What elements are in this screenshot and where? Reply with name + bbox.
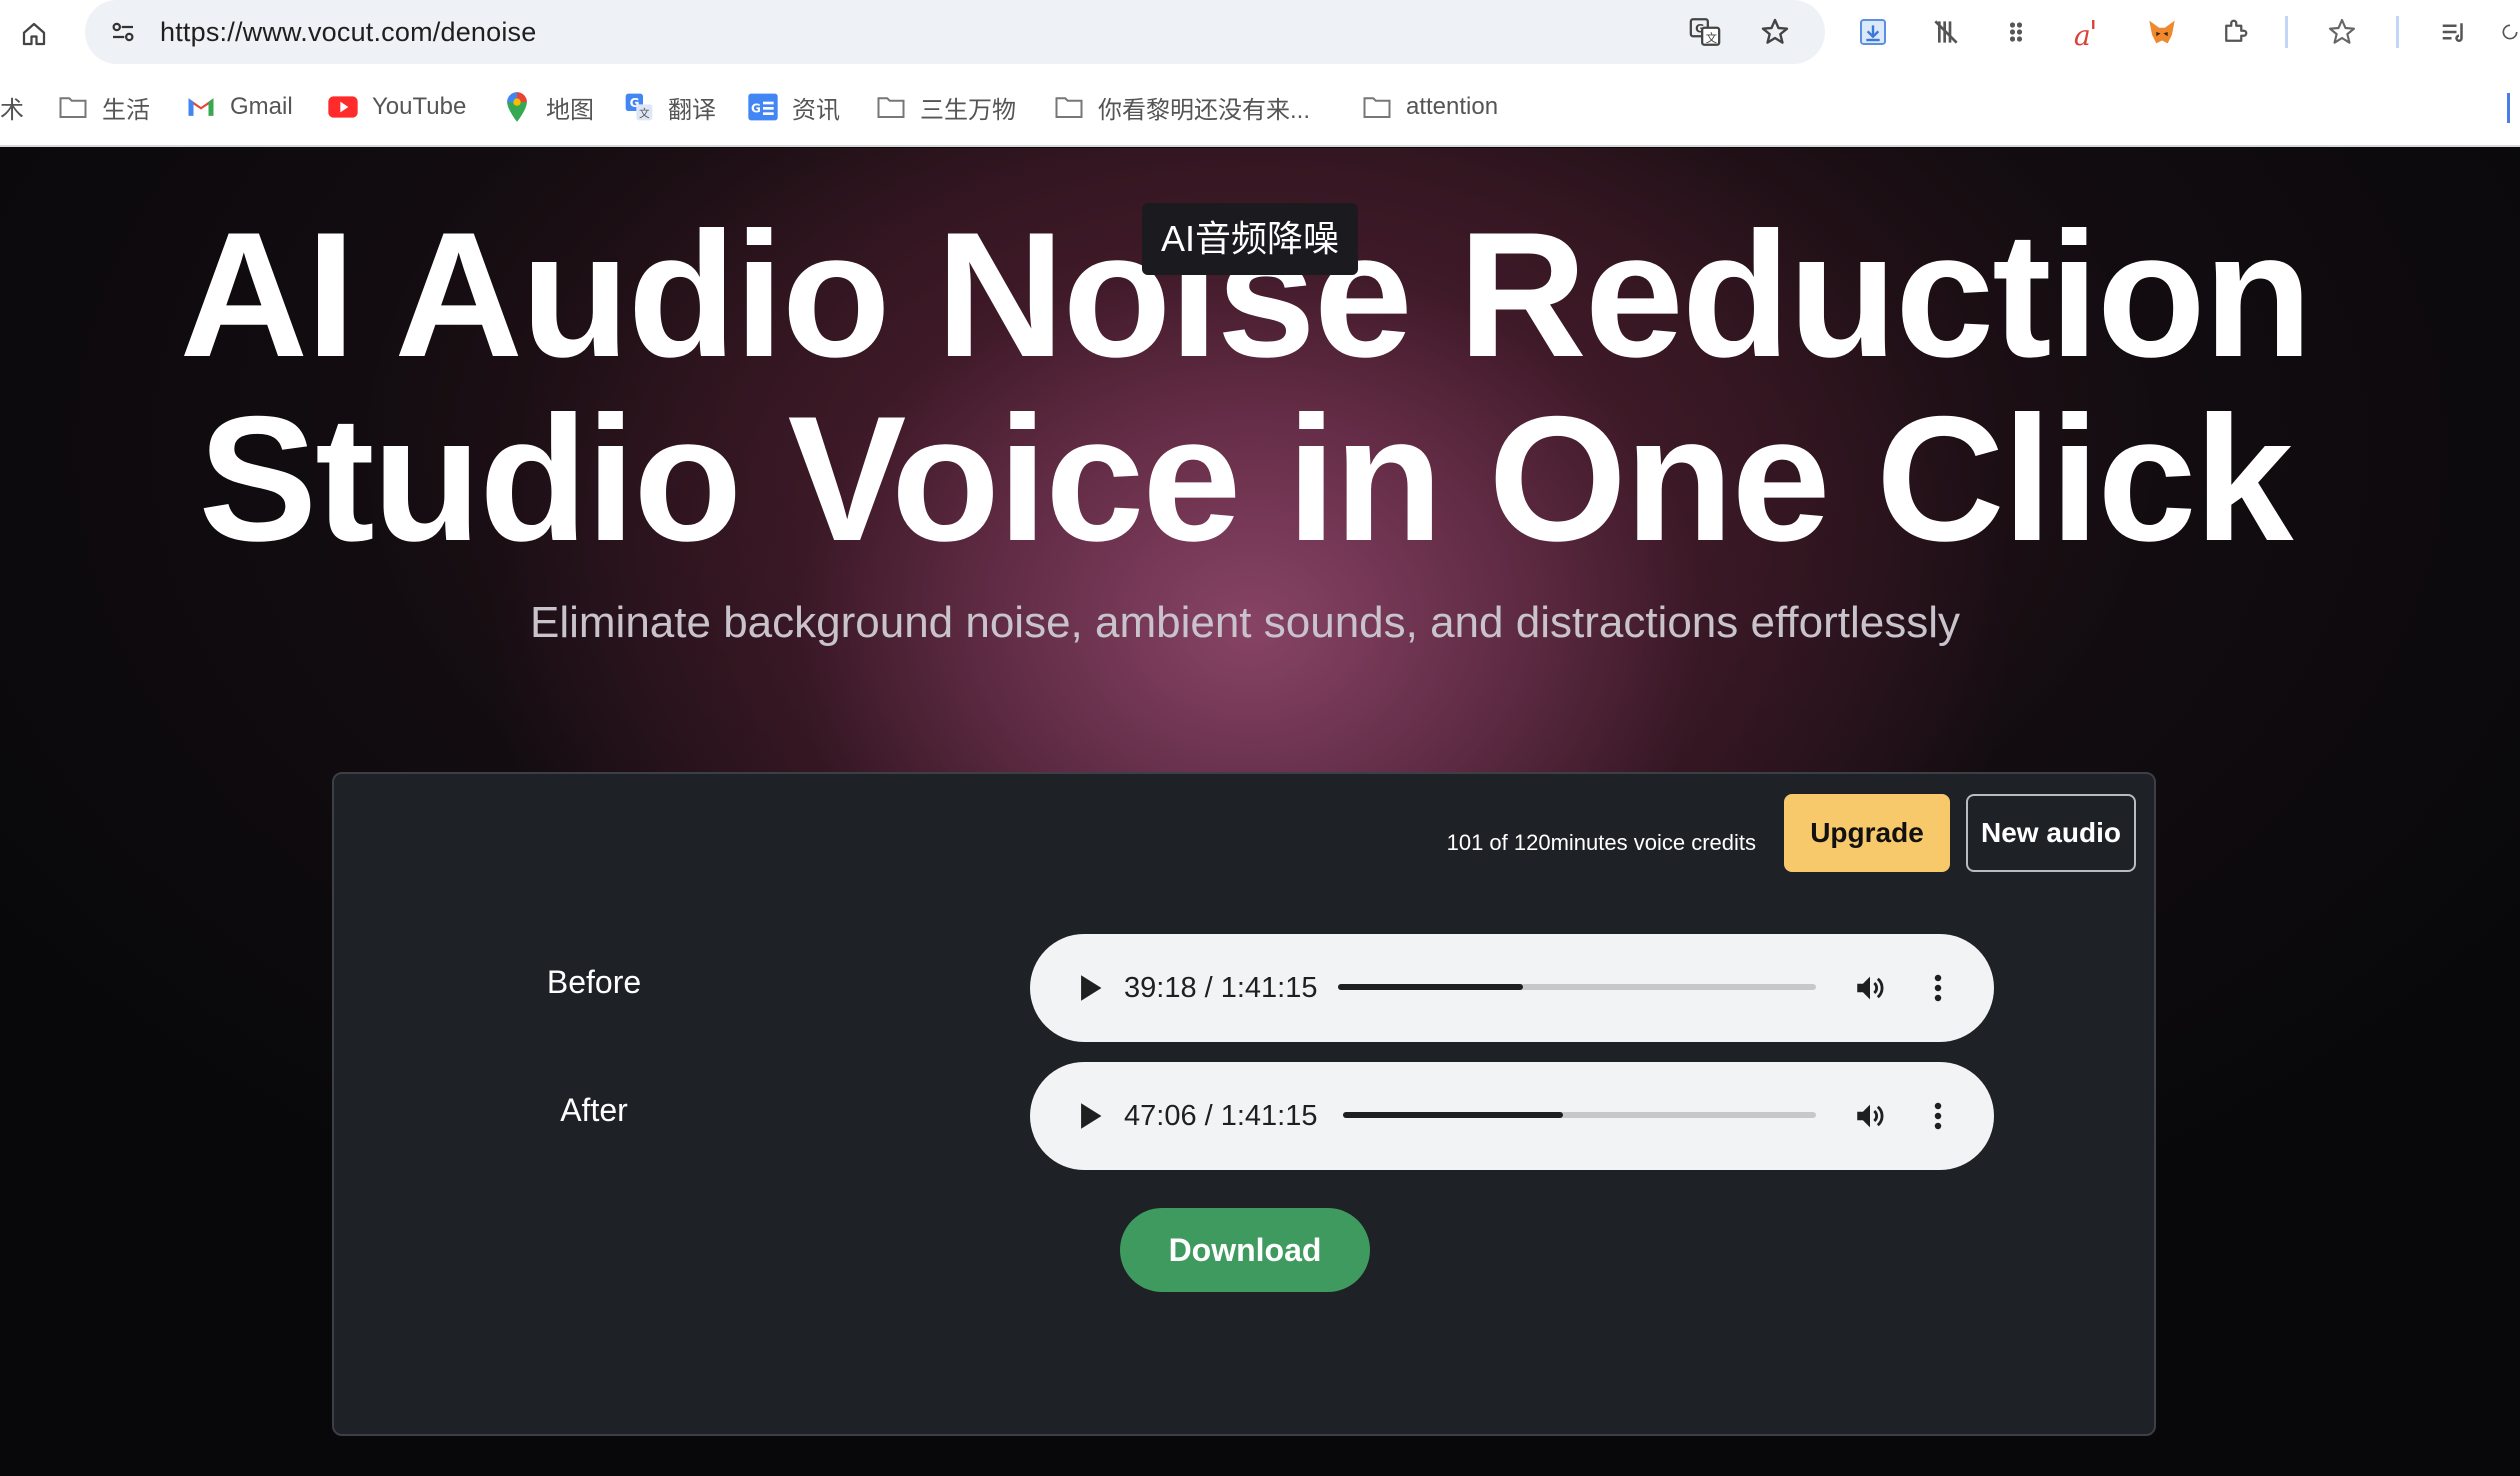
bookmark-item[interactable]: G文 翻译 xyxy=(622,87,716,127)
seek-bar[interactable] xyxy=(1338,984,1816,990)
page-content: AI Audio Noise Reduction Studio Voice in… xyxy=(0,148,2520,1476)
profile-menu-icon[interactable] xyxy=(2500,12,2520,52)
bookmark-label: 翻译 xyxy=(668,96,716,124)
maps-icon xyxy=(500,90,534,124)
extensions-puzzle-icon[interactable] xyxy=(2215,12,2255,52)
url-text[interactable]: https://www.vocut.com/denoise xyxy=(160,0,536,64)
svg-text:I: I xyxy=(2091,18,2096,33)
seek-progress xyxy=(1343,1112,1563,1118)
credits-text: 101 of 120minutes voice credits xyxy=(1446,830,1756,855)
hover-tooltip: AI音频降噪 xyxy=(1142,203,1358,275)
bookmark-label: attention xyxy=(1406,93,1499,120)
time-display: 39:18 / 1:41:15 xyxy=(1124,972,1318,1004)
toolbar-separator xyxy=(2285,16,2288,48)
bookmark-item[interactable]: YouTube xyxy=(326,87,466,127)
translate-page-icon[interactable]: G文 xyxy=(1685,12,1725,52)
bookmark-label: 你看黎明还没有来... xyxy=(1098,96,1311,124)
after-label: After xyxy=(560,1092,628,1128)
after-audio-player: 47:06 / 1:41:15 xyxy=(1030,1062,1994,1170)
bookmarks-bar: 术 生活 Gmail YouTube 地图 G文 翻译 G 资讯 三生万物 你看… xyxy=(0,67,2520,147)
seek-bar[interactable] xyxy=(1343,1112,1816,1118)
svg-text:G: G xyxy=(751,101,761,115)
bookmarks-overflow-marker xyxy=(2507,93,2510,123)
browser-toolbar: https://www.vocut.com/denoise G文 aI xyxy=(0,0,2520,67)
upgrade-button[interactable]: Upgrade xyxy=(1784,794,1950,872)
bookmark-item[interactable]: Gmail xyxy=(184,87,293,127)
svg-text:a: a xyxy=(2074,19,2091,49)
denoise-card: 101 of 120minutes voice credits Upgrade … xyxy=(332,772,2156,1436)
home-icon[interactable] xyxy=(14,14,54,54)
bookmark-item[interactable]: 术 xyxy=(0,87,24,127)
youtube-icon xyxy=(326,90,360,124)
more-options-icon[interactable] xyxy=(1918,1096,1958,1136)
folder-icon xyxy=(56,90,90,124)
favorites-star-icon[interactable] xyxy=(2322,12,2362,52)
no-tracking-extension-icon[interactable] xyxy=(1926,12,1966,52)
time-display: 47:06 / 1:41:15 xyxy=(1124,1100,1318,1132)
bookmark-label: 地图 xyxy=(546,96,594,124)
svg-text:文: 文 xyxy=(1706,31,1717,45)
before-label: Before xyxy=(546,964,642,1000)
hero-subtitle: Eliminate background noise, ambient soun… xyxy=(530,598,1960,647)
metamask-fox-icon[interactable] xyxy=(2142,12,2182,52)
seek-progress xyxy=(1338,984,1524,990)
play-icon[interactable] xyxy=(1070,968,1110,1008)
bookmark-folder[interactable]: attention xyxy=(1360,87,1498,127)
bookmark-item[interactable]: G 资讯 xyxy=(746,87,840,127)
bookmark-label: 术 xyxy=(0,96,24,124)
hero-title-line2: Studio Voice in One Click xyxy=(198,379,2294,578)
reading-list-icon[interactable] xyxy=(2434,12,2474,52)
bookmark-label: YouTube xyxy=(372,93,467,120)
news-icon: G xyxy=(746,90,780,124)
play-icon[interactable] xyxy=(1070,1096,1110,1136)
site-info-icon[interactable] xyxy=(103,12,143,52)
bookmark-label: 三生万物 xyxy=(920,96,1016,124)
bookmark-star-icon[interactable] xyxy=(1755,12,1795,52)
bookmark-folder[interactable]: 你看黎明还没有来... xyxy=(1052,87,1310,127)
download-extension-icon[interactable] xyxy=(1853,12,1893,52)
folder-icon xyxy=(874,90,908,124)
folder-icon xyxy=(1360,90,1394,124)
bookmark-item[interactable]: 地图 xyxy=(500,87,594,127)
volume-icon[interactable] xyxy=(1850,968,1890,1008)
new-audio-button[interactable]: New audio xyxy=(1966,794,2136,872)
folder-icon xyxy=(1052,90,1086,124)
dictionary-extension-icon[interactable]: aI xyxy=(2068,12,2108,52)
bookmark-label: 生活 xyxy=(102,96,150,124)
address-bar[interactable]: https://www.vocut.com/denoise G文 xyxy=(85,0,1825,64)
toolbar-separator xyxy=(2396,16,2399,48)
extension-dots-icon[interactable] xyxy=(1996,12,2036,52)
bookmark-label: 资讯 xyxy=(792,96,840,124)
more-options-icon[interactable] xyxy=(1918,968,1958,1008)
bookmark-folder[interactable]: 生活 xyxy=(56,87,150,127)
svg-text:文: 文 xyxy=(639,107,650,120)
translate-icon: G文 xyxy=(622,90,656,124)
download-button[interactable]: Download xyxy=(1120,1208,1370,1292)
volume-icon[interactable] xyxy=(1850,1096,1890,1136)
gmail-icon xyxy=(184,90,218,124)
bookmark-folder[interactable]: 三生万物 xyxy=(874,87,1016,127)
bookmark-label: Gmail xyxy=(230,93,293,120)
before-audio-player: 39:18 / 1:41:15 xyxy=(1030,934,1994,1042)
